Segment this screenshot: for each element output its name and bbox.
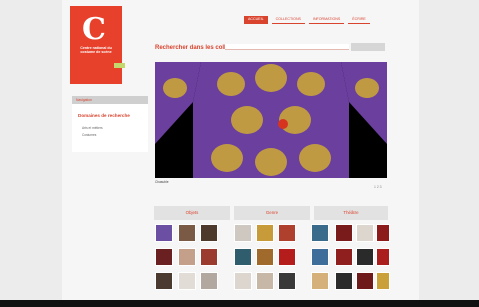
collection-thumbnail[interactable] bbox=[234, 248, 252, 266]
top-nav: ACCUEIL COLLECTIONS INFORMATIONS ÉCRIRE bbox=[244, 16, 370, 24]
nav-item-collections[interactable]: COLLECTIONS bbox=[271, 16, 305, 24]
hero-caption: Chasuble bbox=[155, 180, 169, 184]
logo-glyph: C bbox=[82, 12, 106, 47]
collection-thumbnail[interactable] bbox=[256, 248, 274, 266]
logo-name: Centre national du costume de scène bbox=[80, 46, 112, 55]
search-button[interactable] bbox=[351, 43, 385, 51]
collection-thumbnail[interactable] bbox=[278, 272, 296, 290]
sidebar-title: Domaines de recherche bbox=[78, 113, 130, 118]
hero-pager[interactable]: 1 2 3 bbox=[374, 185, 382, 189]
collection-thumbnail[interactable] bbox=[335, 224, 353, 242]
collection-thumbnail[interactable] bbox=[178, 224, 196, 242]
garment-illustration bbox=[155, 62, 387, 178]
site-logo[interactable]: C Centre national du costume de scène bbox=[70, 6, 125, 84]
sidebar-panel: Domaines de recherche Arts et métiers Co… bbox=[72, 104, 148, 152]
collection-thumbnail[interactable] bbox=[376, 248, 390, 266]
sidebar-item-arts[interactable]: Arts et métiers bbox=[82, 126, 103, 130]
category-theatre[interactable]: Théâtre bbox=[314, 206, 388, 220]
hero-image[interactable] bbox=[155, 62, 387, 178]
collection-thumbnail[interactable] bbox=[256, 272, 274, 290]
collection-thumbnail[interactable] bbox=[311, 272, 329, 290]
collection-thumbnail[interactable] bbox=[256, 224, 274, 242]
collection-thumbnail[interactable] bbox=[200, 272, 218, 290]
collection-thumbnail[interactable] bbox=[376, 272, 390, 290]
sidebar-header: Navigation bbox=[72, 96, 148, 104]
collection-thumbnail[interactable] bbox=[278, 248, 296, 266]
collection-thumbnail[interactable] bbox=[356, 224, 374, 242]
collection-thumbnail[interactable] bbox=[234, 272, 252, 290]
collection-thumbnail[interactable] bbox=[356, 248, 374, 266]
collection-thumbnail[interactable] bbox=[335, 248, 353, 266]
collection-thumbnail[interactable] bbox=[155, 224, 173, 242]
page-footer bbox=[0, 300, 479, 307]
sidebar-item-costumes[interactable]: Costumes bbox=[82, 133, 96, 137]
collection-thumbnail[interactable] bbox=[376, 224, 390, 242]
collection-thumbnail[interactable] bbox=[234, 224, 252, 242]
collection-thumbnail[interactable] bbox=[178, 272, 196, 290]
collection-thumbnail[interactable] bbox=[335, 272, 353, 290]
collection-thumbnail[interactable] bbox=[155, 272, 173, 290]
collection-thumbnail[interactable] bbox=[356, 272, 374, 290]
nav-item-informations[interactable]: INFORMATIONS bbox=[308, 16, 345, 24]
garment-red-motif bbox=[278, 119, 288, 129]
nav-item-accueil[interactable]: ACCUEIL bbox=[244, 16, 268, 24]
category-genre[interactable]: Genre bbox=[234, 206, 310, 220]
category-objets[interactable]: Objets bbox=[154, 206, 230, 220]
collection-thumbnail[interactable] bbox=[200, 224, 218, 242]
collection-thumbnail[interactable] bbox=[155, 248, 173, 266]
collection-thumbnail[interactable] bbox=[200, 248, 218, 266]
collection-thumbnail[interactable] bbox=[311, 224, 329, 242]
logo-badge bbox=[114, 63, 125, 68]
collection-thumbnail[interactable] bbox=[278, 224, 296, 242]
nav-item-ecrire[interactable]: ÉCRIRE bbox=[348, 16, 370, 24]
collection-thumbnail[interactable] bbox=[178, 248, 196, 266]
collection-thumbnail[interactable] bbox=[311, 248, 329, 266]
search-input[interactable] bbox=[225, 44, 349, 50]
